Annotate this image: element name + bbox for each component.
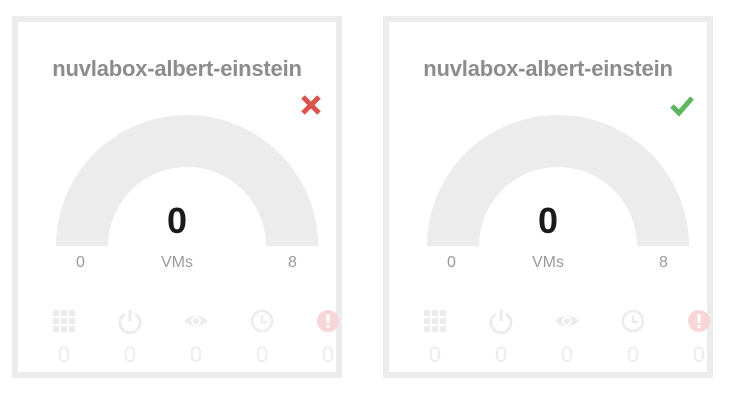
card-title: nuvlabox-albert-einstein bbox=[52, 56, 302, 81]
alert-icon bbox=[688, 310, 710, 332]
clock-icon bbox=[621, 309, 645, 333]
stat-visible[interactable]: 0 bbox=[547, 308, 587, 368]
stat-value: 0 bbox=[428, 342, 442, 367]
stat-value: 0 bbox=[560, 342, 574, 367]
grid-icon bbox=[53, 310, 75, 332]
gauge-max: 8 bbox=[659, 254, 668, 271]
gauge-value: 0 bbox=[166, 200, 188, 241]
stat-power[interactable]: 0 bbox=[481, 308, 521, 368]
grid-icon bbox=[424, 310, 446, 332]
stat-power[interactable]: 0 bbox=[110, 308, 150, 368]
card-title: nuvlabox-albert-einstein bbox=[423, 56, 673, 81]
stat-value: 0 bbox=[626, 342, 640, 367]
power-icon bbox=[489, 310, 513, 334]
stat-total[interactable]: 0 bbox=[415, 308, 455, 368]
stats-row: 0 0 0 0 0 bbox=[38, 308, 339, 378]
stat-error[interactable]: 0 bbox=[679, 308, 719, 368]
stats-row: 0 0 0 0 0 bbox=[409, 308, 710, 378]
gauge-max: 8 bbox=[288, 254, 297, 271]
gauge-min: 0 bbox=[76, 254, 85, 271]
clock-icon bbox=[250, 309, 274, 333]
stat-value: 0 bbox=[57, 342, 71, 367]
stat-visible[interactable]: 0 bbox=[176, 308, 216, 368]
stat-value: 0 bbox=[189, 342, 203, 367]
stat-value: 0 bbox=[255, 342, 269, 367]
stat-pending[interactable]: 0 bbox=[613, 308, 653, 368]
stat-pending[interactable]: 0 bbox=[242, 308, 282, 368]
stat-value: 0 bbox=[123, 342, 137, 367]
stat-error[interactable]: 0 bbox=[308, 308, 348, 368]
power-icon bbox=[118, 310, 142, 334]
stat-value: 0 bbox=[494, 342, 508, 367]
eye-icon bbox=[555, 315, 579, 327]
gauge-value: 0 bbox=[537, 200, 559, 241]
nuvlabox-card[interactable]: nuvlabox-albert-einstein 0 VMs 0 8 0 0 0… bbox=[383, 16, 713, 378]
stat-value: 0 bbox=[692, 342, 706, 367]
eye-icon bbox=[184, 315, 208, 327]
stat-total[interactable]: 0 bbox=[44, 308, 84, 368]
gauge-min: 0 bbox=[447, 254, 456, 271]
alert-icon bbox=[317, 310, 339, 332]
stat-value: 0 bbox=[321, 342, 335, 367]
nuvlabox-card[interactable]: nuvlabox-albert-einstein 0 VMs 0 8 0 0 0… bbox=[12, 16, 342, 378]
